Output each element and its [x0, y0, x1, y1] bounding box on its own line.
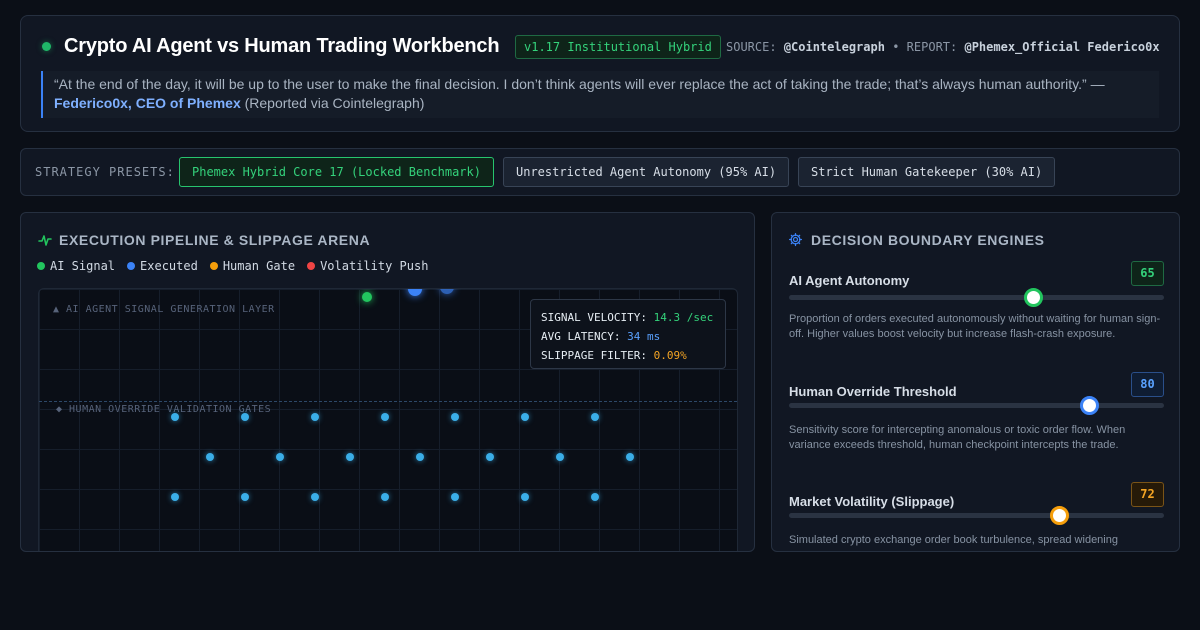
pipeline-legend: AI Signal Executed Human Gate Volatility… [37, 259, 428, 273]
avg-latency-value: 34 ms [627, 330, 661, 343]
human-gate-node [311, 493, 319, 501]
legend-human-gate-swatch [209, 262, 218, 270]
human-gate-node [451, 493, 459, 501]
human-gate-node [311, 413, 319, 421]
market-volatility-slider[interactable] [789, 506, 1164, 525]
engine-ai-autonomy-desc: Proportion of orders executed autonomous… [789, 313, 1161, 340]
metrics-overlay: SIGNAL VELOCITY: 14.3 /sec AVG LATENCY: … [530, 299, 726, 369]
engine-human-override-name: Human Override Threshold [789, 384, 957, 399]
legend-human-gate-label: Human Gate [222, 259, 296, 273]
legend-executed-swatch [127, 262, 136, 270]
human-gate-node [626, 453, 634, 461]
engine-market-volatility-desc: Simulated crypto exchange order book tur… [789, 534, 1118, 546]
activity-icon [38, 235, 52, 246]
preset-hybrid-core-button[interactable]: Phemex Hybrid Core 17 (Locked Benchmark) [179, 157, 494, 187]
quote-author: Federico0x, CEO of Phemex [54, 95, 241, 111]
legend-executed: Executed [127, 259, 198, 273]
header-card: Crypto AI Agent vs Human Trading Workben… [20, 15, 1180, 132]
engine-ai-autonomy-value: 65 [1131, 261, 1164, 286]
signal-velocity-value: 14.3 /sec [653, 311, 714, 324]
quote-block: “At the end of the day, it will be up to… [41, 71, 1159, 118]
source-value[interactable]: @Cointelegraph [784, 40, 885, 54]
ai-signal-particle [362, 292, 372, 302]
human-gate-node [381, 413, 389, 421]
quote-suffix: (Reported via Cointelegraph) [244, 95, 425, 111]
human-gate-node [521, 413, 529, 421]
avg-latency-row: AVG LATENCY: 34 ms [541, 327, 715, 346]
preset-agent-autonomy-button[interactable]: Unrestricted Agent Autonomy (95% AI) [503, 157, 790, 187]
executed-particle [440, 289, 454, 294]
engines-title: DECISION BOUNDARY ENGINES [811, 232, 1045, 248]
ai-autonomy-slider-thumb[interactable] [1023, 288, 1043, 307]
engine-ai-autonomy-name: AI Agent Autonomy [789, 273, 910, 288]
page-title: Crypto AI Agent vs Human Trading Workben… [64, 35, 500, 57]
preset-human-gatekeeper-button[interactable]: Strict Human Gatekeeper (30% AI) [798, 157, 1056, 187]
market-volatility-slider-thumb[interactable] [1050, 506, 1069, 525]
gear-icon [788, 232, 803, 247]
source-label: SOURCE: [726, 40, 777, 54]
human-gate-node [556, 453, 564, 461]
human-gate-node [486, 453, 494, 461]
source-line: SOURCE: @Cointelegraph • REPORT: @Phemex… [726, 40, 1160, 54]
human-gate-node [416, 453, 424, 461]
human-gate-node [591, 413, 599, 421]
human-gate-node [241, 413, 249, 421]
human-gate-node [451, 413, 459, 421]
human-gate-layer-label: ◆ HUMAN OVERRIDE VALIDATION GATES [56, 404, 272, 415]
human-gate-divider [39, 401, 737, 402]
ai-signal-layer-label: ▲ AI AGENT SIGNAL GENERATION LAYER [53, 304, 275, 315]
report-label: REPORT: [906, 40, 958, 54]
human-gate-node [241, 493, 249, 501]
legend-volatility-push-swatch [307, 262, 316, 270]
engine-human-override-value: 80 [1131, 372, 1164, 397]
human-gate-node [591, 493, 599, 501]
avg-latency-label: AVG LATENCY: [541, 330, 621, 343]
human-override-slider[interactable] [789, 396, 1164, 415]
human-gate-node [346, 453, 354, 461]
slippage-filter-value: 0.09% [653, 349, 687, 362]
strategy-presets-bar: STRATEGY PRESETS: Phemex Hybrid Core 17 … [20, 148, 1180, 196]
live-status-indicator [42, 42, 51, 51]
human-gate-node [171, 413, 179, 421]
source-separator: • [892, 40, 900, 54]
signal-velocity-label: SIGNAL VELOCITY: [541, 311, 647, 324]
legend-ai-signal-label: AI Signal [50, 259, 116, 273]
execution-pipeline-panel: EXECUTION PIPELINE & SLIPPAGE ARENA AI S… [20, 212, 755, 552]
quote-text: “At the end of the day, it will be up to… [54, 76, 1105, 92]
executed-particle [408, 289, 422, 296]
version-badge: v1.17 Institutional Hybrid [515, 35, 721, 59]
legend-volatility-push-label: Volatility Push [320, 259, 429, 273]
human-override-slider-thumb[interactable] [1080, 396, 1099, 415]
human-gate-node [521, 493, 529, 501]
slippage-filter-row: SLIPPAGE FILTER: 0.09% [541, 346, 715, 365]
human-gate-node [206, 453, 214, 461]
slippage-filter-label: SLIPPAGE FILTER: [541, 349, 647, 362]
human-gate-node [381, 493, 389, 501]
ai-autonomy-slider[interactable] [789, 288, 1164, 307]
engine-market-volatility-name: Market Volatility (Slippage) [789, 494, 955, 509]
engine-human-override-desc: Sensitivity score for intercepting anoma… [789, 424, 1126, 451]
engine-market-volatility-value: 72 [1131, 482, 1164, 507]
human-gate-node [171, 493, 179, 501]
human-gate-node [276, 453, 284, 461]
pipeline-title: EXECUTION PIPELINE & SLIPPAGE ARENA [59, 232, 371, 248]
presets-label: STRATEGY PRESETS: [35, 165, 175, 179]
pipeline-arena-canvas[interactable]: ▲ AI AGENT SIGNAL GENERATION LAYER ◆ HUM… [38, 288, 738, 551]
legend-executed-label: Executed [140, 259, 198, 273]
legend-volatility-push: Volatility Push [307, 259, 428, 273]
legend-ai-signal-swatch [37, 262, 45, 270]
signal-velocity-row: SIGNAL VELOCITY: 14.3 /sec [541, 308, 715, 327]
legend-ai-signal: AI Signal [37, 259, 115, 273]
legend-human-gate: Human Gate [209, 259, 296, 273]
report-value[interactable]: @Phemex_Official Federico0x [964, 40, 1159, 54]
decision-boundary-panel: DECISION BOUNDARY ENGINES AI Agent Auton… [771, 212, 1180, 552]
